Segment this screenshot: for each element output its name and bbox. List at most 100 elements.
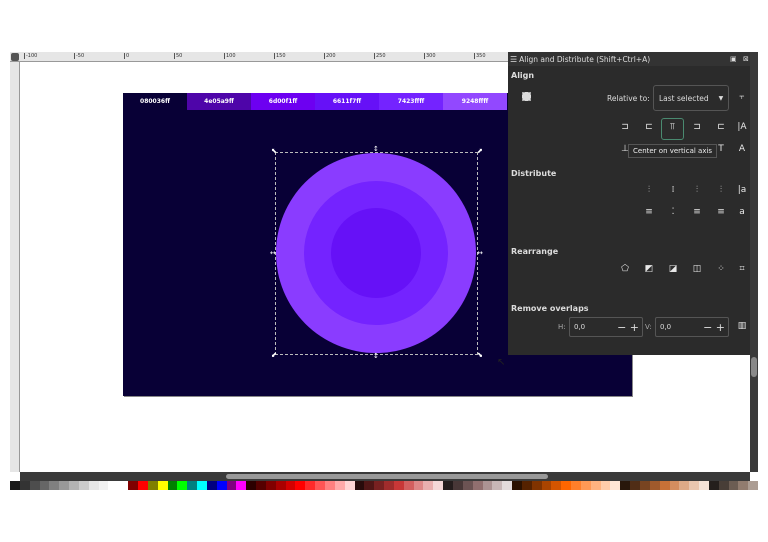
v-gap-spinbox[interactable]: 0,0 − + [655, 317, 729, 337]
palette-swatch[interactable] [108, 481, 119, 490]
distribute-icon[interactable]: ≡ [690, 207, 704, 217]
minus-plus-icon[interactable]: − + [703, 321, 728, 334]
palette-swatch[interactable] [452, 481, 463, 490]
palette-swatch[interactable] [59, 481, 70, 490]
align-right-icon[interactable]: ⊐ [690, 122, 704, 132]
align-right-to-left-icon[interactable]: ⊐ [618, 122, 632, 132]
palette-swatch[interactable] [295, 481, 306, 490]
palette-swatch[interactable] [137, 481, 148, 490]
palette-swatch[interactable] [521, 481, 532, 490]
palette-swatch[interactable] [325, 481, 335, 490]
palette-swatch[interactable] [640, 481, 650, 490]
align-left-icon[interactable]: ⊏ [642, 122, 656, 132]
horizontal-scrollbar[interactable] [20, 472, 750, 481]
palette-swatch[interactable] [69, 481, 79, 490]
distribute-icon[interactable]: ≡ [642, 207, 656, 217]
palette-swatch[interactable] [305, 481, 316, 490]
distribute-icon[interactable]: ⁚ [666, 207, 680, 217]
distribute-icon[interactable]: |a [735, 185, 749, 195]
minus-plus-icon[interactable]: − + [617, 321, 642, 334]
palette-swatch[interactable] [541, 481, 552, 490]
palette-swatch[interactable] [659, 481, 670, 490]
palette-swatch[interactable] [610, 481, 621, 490]
relative-to-select[interactable]: Last selected ▼ [653, 85, 729, 111]
palette-swatch[interactable] [197, 481, 207, 490]
palette-swatch[interactable] [571, 481, 581, 490]
palette-swatch[interactable] [128, 481, 138, 490]
treat-as-group-icon[interactable] [522, 92, 531, 101]
scale-handle[interactable]: ↔ [270, 250, 276, 257]
palette-swatch[interactable] [561, 481, 572, 490]
palette-swatch[interactable] [462, 481, 473, 490]
palette-swatch[interactable] [275, 481, 286, 490]
scale-handle[interactable]: ↕ [373, 146, 379, 153]
palette-swatch[interactable] [19, 481, 30, 490]
palette-swatch[interactable] [443, 481, 453, 490]
palette-swatch[interactable] [600, 481, 611, 490]
palette-swatch[interactable] [699, 481, 709, 490]
vertical-scrollbar[interactable] [750, 52, 758, 472]
palette-swatch[interactable] [620, 481, 631, 490]
palette-swatch[interactable] [177, 481, 188, 490]
randomize-icon[interactable]: ⁘ [714, 264, 728, 274]
palette-swatch[interactable] [206, 481, 217, 490]
palette-swatch[interactable] [718, 481, 729, 490]
palette-swatch[interactable] [492, 481, 503, 490]
palette-swatch[interactable] [374, 481, 385, 490]
palette-swatch[interactable] [708, 481, 719, 490]
palette-swatch[interactable] [630, 481, 640, 490]
palette-swatch[interactable] [29, 481, 40, 490]
palette-swatch[interactable] [738, 481, 749, 490]
align-text-anchor-icon[interactable]: |A [735, 122, 749, 132]
scale-handle[interactable]: ⬈ [477, 148, 483, 155]
palette-swatch[interactable] [531, 481, 542, 490]
palette-swatch[interactable] [187, 481, 198, 490]
h-gap-spinbox[interactable]: 0,0 − + [569, 317, 643, 337]
palette-swatch[interactable] [344, 481, 355, 490]
palette-swatch[interactable] [49, 481, 60, 490]
palette-swatch[interactable] [502, 481, 513, 490]
palette-swatch[interactable] [551, 481, 562, 490]
graph-layout-icon[interactable]: ⬠ [618, 264, 632, 274]
palette-swatch[interactable] [649, 481, 660, 490]
palette-swatch[interactable] [689, 481, 700, 490]
palette-swatch[interactable] [728, 481, 739, 490]
dialog-close-icon[interactable]: ⊠ [743, 55, 749, 63]
palette-swatch[interactable] [384, 481, 394, 490]
distribute-icon[interactable]: ⁞ [666, 185, 680, 195]
align-baseline-icon[interactable]: A [735, 144, 749, 154]
palette-swatch[interactable] [590, 481, 601, 490]
distribute-icon[interactable]: ⫶ [642, 185, 656, 195]
palette-swatch[interactable] [334, 481, 345, 490]
distribute-icon[interactable]: ⫶ [714, 185, 728, 195]
remove-overlaps-icon[interactable]: ▥ [735, 321, 749, 331]
palette-swatch[interactable] [580, 481, 591, 490]
palette-swatch[interactable] [482, 481, 493, 490]
scale-handle[interactable]: ⬋ [271, 352, 277, 359]
dialog-dock-icon[interactable]: ▣ [730, 55, 737, 63]
color-palette[interactable] [10, 481, 759, 490]
distribute-icon[interactable]: ≡ [714, 207, 728, 217]
palette-swatch[interactable] [226, 481, 237, 490]
scrollbar-thumb[interactable] [226, 474, 548, 479]
exchange-positions-icon[interactable]: ◩ [642, 264, 656, 274]
palette-swatch[interactable] [39, 481, 50, 490]
unclump-icon[interactable]: ⌗ [735, 264, 749, 274]
scale-handle[interactable]: ⬉ [271, 148, 277, 155]
palette-swatch[interactable] [285, 481, 296, 490]
palette-swatch[interactable] [393, 481, 404, 490]
move-selection-icon[interactable]: ⫟ [735, 92, 749, 102]
palette-swatch[interactable] [433, 481, 444, 490]
exchange-z-order-icon[interactable]: ◪ [666, 264, 680, 274]
palette-swatch[interactable] [403, 481, 414, 490]
distribute-icon[interactable]: a [735, 207, 749, 217]
center-vertical-axis-button[interactable]: ⫪ [661, 118, 684, 140]
scale-handle[interactable]: ⬊ [477, 352, 483, 359]
palette-swatch[interactable] [157, 481, 168, 490]
palette-swatch[interactable] [10, 481, 20, 490]
palette-swatch[interactable] [315, 481, 325, 490]
scale-handle[interactable]: ↔ [477, 250, 483, 257]
palette-swatch[interactable] [216, 481, 227, 490]
palette-swatch[interactable] [354, 481, 365, 490]
dialog-menu-icon[interactable]: ☰ [510, 55, 517, 64]
